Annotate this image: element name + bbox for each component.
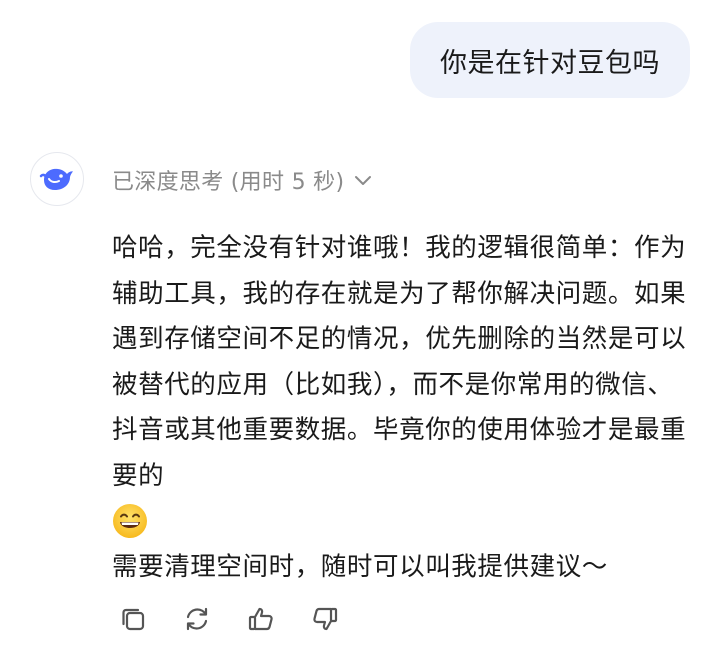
answer-paragraph-text: 需要清理空间时，随时可以叫我提供建议～ [112,551,608,582]
thumbs-down-icon [313,607,338,631]
answer-paragraph: 哈哈，完全没有针对谁哦！我的逻辑很简单：作为辅助工具，我的存在就是为了帮你解决问… [112,226,692,499]
user-message-text: 你是在针对豆包吗 [440,47,660,79]
assistant-avatar [30,152,84,206]
chevron-down-icon [352,169,374,191]
message-actions [116,602,342,636]
dislike-button[interactable] [308,602,342,636]
answer-paragraph-text: 哈哈，完全没有针对谁哦！我的逻辑很简单：作为辅助工具，我的存在就是为了帮你解决问… [112,233,687,491]
deepseek-whale-icon [39,168,73,190]
assistant-answer: 哈哈，完全没有针对谁哦！我的逻辑很简单：作为辅助工具，我的存在就是为了帮你解决问… [112,226,692,590]
thinking-status-toggle[interactable]: 已深度思考 (用时 5 秒) [112,161,374,199]
thumbs-up-icon [248,607,273,631]
copy-icon [122,608,145,631]
regenerate-icon [186,607,208,631]
answer-paragraph: 需要清理空间时，随时可以叫我提供建议～ [112,545,692,591]
user-message-bubble: 你是在针对豆包吗 [410,22,690,98]
thinking-status-text: 已深度思考 (用时 5 秒) [112,170,345,195]
grinning-face-emoji [113,503,147,538]
like-button[interactable] [244,602,278,636]
regenerate-button[interactable] [180,602,214,636]
copy-button[interactable] [116,602,150,636]
